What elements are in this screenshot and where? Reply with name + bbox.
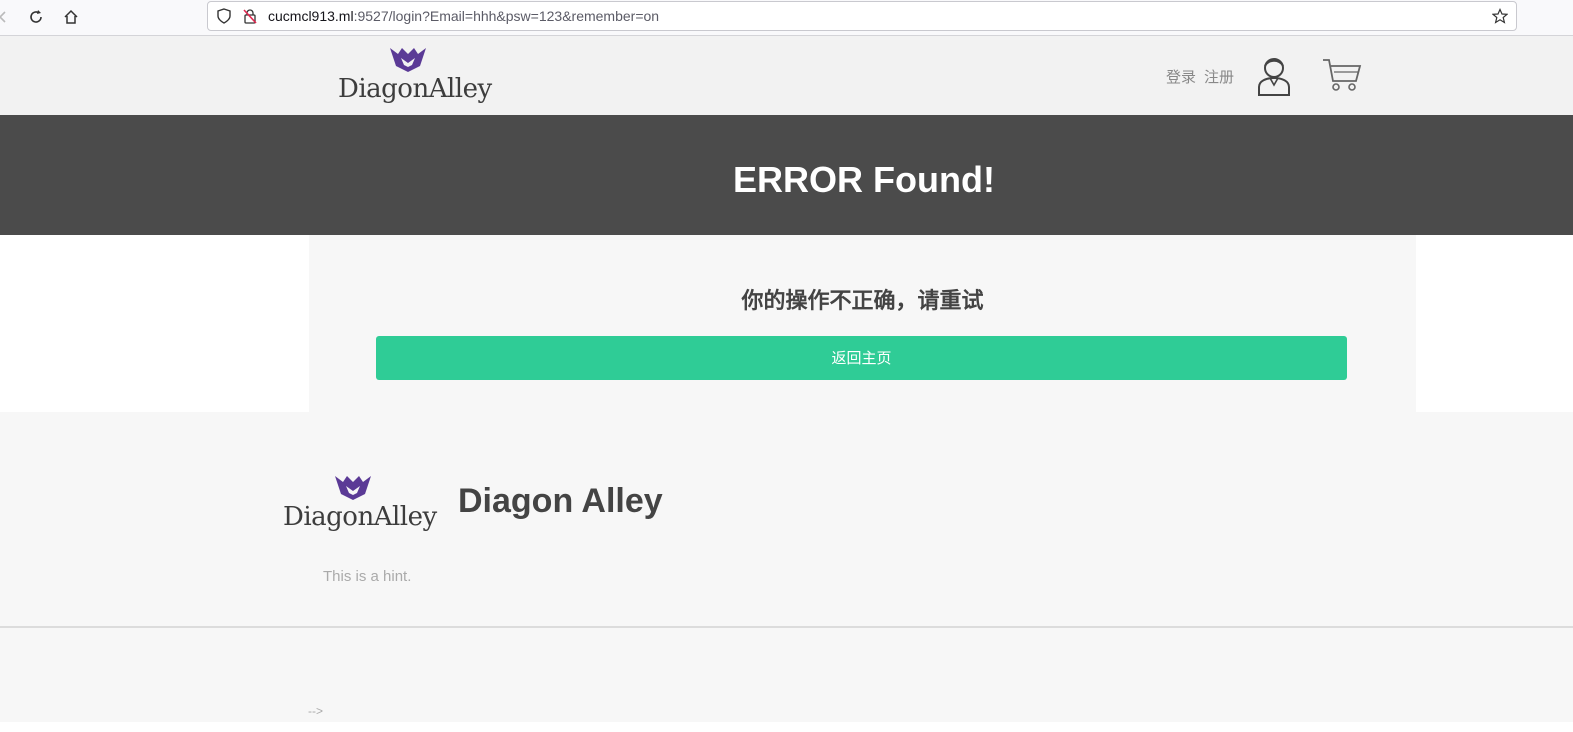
logo-text: DiagonAlley xyxy=(283,502,437,532)
url-host: cucmcl913.ml xyxy=(268,8,354,24)
bat-logo-icon xyxy=(390,48,426,72)
error-title: ERROR Found! xyxy=(733,159,995,200)
footer-divider xyxy=(0,626,1573,628)
auth-links: 登录 注册 xyxy=(1166,66,1242,87)
footer-hint: This is a hint. xyxy=(323,568,412,585)
register-link[interactable]: 注册 xyxy=(1204,68,1234,86)
bat-logo-icon xyxy=(335,476,371,500)
home-icon[interactable] xyxy=(60,6,82,28)
login-link[interactable]: 登录 xyxy=(1166,68,1196,86)
return-home-button[interactable]: 返回主页 xyxy=(376,336,1347,380)
star-icon[interactable] xyxy=(1491,8,1509,24)
address-bar[interactable]: cucmcl913.ml:9527/login?Email=hhh&psw=12… xyxy=(207,1,1517,31)
url-text[interactable]: cucmcl913.ml:9527/login?Email=hhh&psw=12… xyxy=(268,8,659,24)
error-message: 你的操作不正确，请重试 xyxy=(741,289,984,314)
message-panel: 你的操作不正确，请重试 返回主页 xyxy=(309,235,1416,412)
cart-icon[interactable] xyxy=(1322,57,1362,93)
header-logo[interactable]: DiagonAlley xyxy=(338,44,492,108)
error-banner: ERROR Found! xyxy=(0,115,1573,235)
logo-text: DiagonAlley xyxy=(338,74,492,104)
stray-comment-text: --> xyxy=(308,704,323,718)
browser-toolbar: cucmcl913.ml:9527/login?Email=hhh&psw=12… xyxy=(0,0,1573,36)
footer-title: Diagon Alley xyxy=(458,482,663,520)
footer: DiagonAlley Diagon Alley This is a hint.… xyxy=(0,412,1573,722)
user-icon[interactable] xyxy=(1256,55,1292,97)
insecure-lock-icon[interactable] xyxy=(242,8,258,24)
back-arrow-icon[interactable] xyxy=(0,6,14,28)
url-path: :9527/login?Email=hhh&psw=123&remember=o… xyxy=(353,8,660,24)
shield-icon[interactable] xyxy=(216,8,232,24)
footer-logo[interactable]: DiagonAlley xyxy=(283,472,437,536)
reload-icon[interactable] xyxy=(25,6,47,28)
site-header: DiagonAlley 登录 注册 xyxy=(0,36,1573,115)
